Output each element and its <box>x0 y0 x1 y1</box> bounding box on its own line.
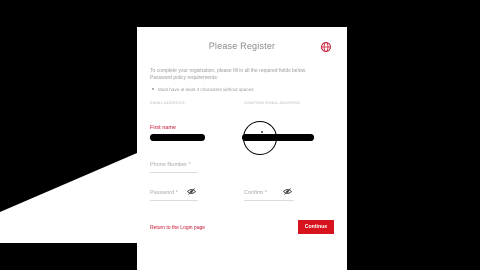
cursor-icon <box>261 131 263 133</box>
eye-slash-icon[interactable] <box>187 188 196 195</box>
intro-line-2: Password policy requirements: <box>150 75 219 81</box>
phone-field[interactable] <box>150 172 198 173</box>
password-field[interactable] <box>150 200 198 201</box>
confirm-email-label: CONFIRM EMAIL ADDRESS <box>244 100 301 105</box>
first-name-field[interactable] <box>150 134 205 141</box>
eye-slash-icon[interactable] <box>283 188 292 195</box>
password-rule: Must have at least 4 characters without … <box>150 87 340 92</box>
bullet-icon <box>152 88 154 91</box>
cursor-highlight <box>243 121 277 155</box>
registration-dialog: Please Register To complete your registr… <box>137 27 347 270</box>
email-label: EMAIL ADDRESS <box>150 100 185 105</box>
return-to-login-link[interactable]: Return to the Login page <box>150 225 205 231</box>
globe-icon[interactable] <box>320 41 332 53</box>
confirm-password-label: Confirm * <box>244 190 267 196</box>
password-label: Password * <box>150 190 178 196</box>
phone-label: Phone Number * <box>150 162 191 168</box>
continue-button[interactable]: Continue <box>298 220 334 234</box>
dialog-title: Please Register <box>208 41 276 51</box>
confirm-password-field[interactable] <box>244 200 294 201</box>
password-rule-text: Must have at least 4 characters without … <box>158 87 254 92</box>
first-name-label: First name <box>150 125 176 131</box>
intro-text: To complete your registration, please fi… <box>150 68 340 82</box>
intro-line-1: To complete your registration, please fi… <box>150 68 307 74</box>
